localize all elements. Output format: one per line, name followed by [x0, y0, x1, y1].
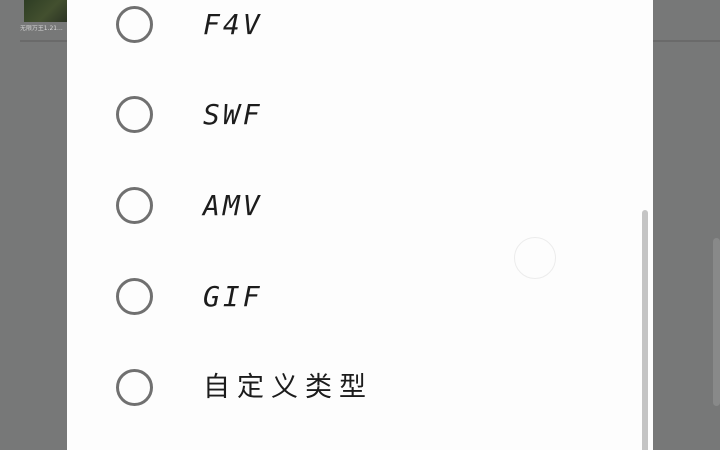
touch-indicator [514, 237, 556, 279]
option-label-gif: GIF [203, 280, 263, 313]
background-thumbnail-caption: 无限万王1.21... [20, 24, 63, 32]
dialog-scrollbar[interactable] [642, 210, 648, 450]
radio-button-amv[interactable] [116, 187, 153, 224]
radio-button-custom-type[interactable] [116, 369, 153, 406]
background-scrollbar[interactable] [713, 238, 720, 406]
option-label-custom-type: 自定义类型 [203, 372, 373, 403]
background-video-thumbnail [24, 0, 68, 22]
radio-button-f4v[interactable] [116, 6, 153, 43]
option-label-f4v: F4V [203, 8, 263, 41]
radio-button-swf[interactable] [116, 96, 153, 133]
option-label-amv: AMV [203, 189, 263, 222]
format-select-dialog: F4V SWF AMV GIF 自定义类型 [67, 0, 653, 450]
option-amv[interactable]: AMV [67, 161, 627, 251]
radio-button-gif[interactable] [116, 278, 153, 315]
option-f4v[interactable]: F4V [67, 0, 627, 70]
option-custom-type[interactable]: 自定义类型 [67, 343, 627, 433]
screen: 无限万王1.21... F4V SWF AMV GIF 自定义类型 [0, 0, 720, 450]
option-label-swf: SWF [203, 98, 263, 131]
option-swf[interactable]: SWF [67, 70, 627, 160]
